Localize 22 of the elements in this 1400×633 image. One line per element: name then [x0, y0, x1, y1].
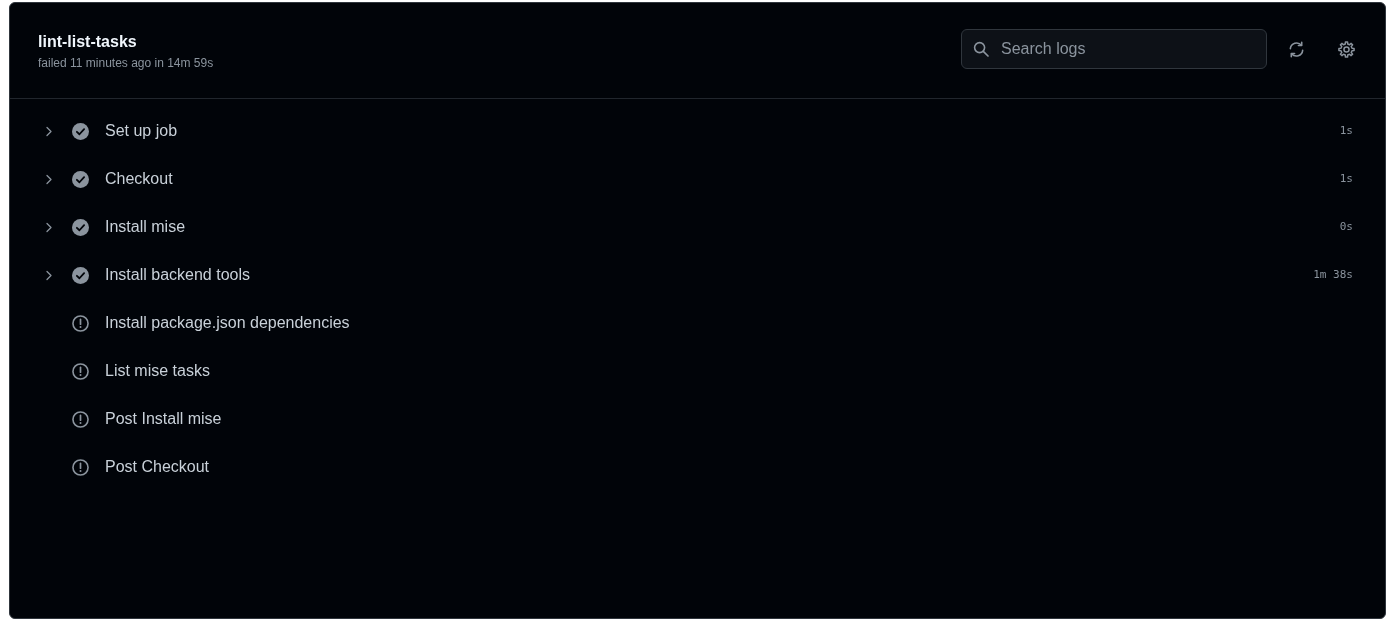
settings-icon [1337, 40, 1355, 58]
chevron-right-icon [45, 173, 53, 185]
search-icon [973, 41, 989, 57]
chevron-right-icon [45, 221, 53, 233]
step-name[interactable]: Post Checkout [105, 456, 210, 478]
step-name[interactable]: Checkout [105, 168, 173, 190]
step-duration: 0s [1339, 219, 1353, 235]
job-title: lint-list-tasks [38, 32, 138, 52]
step-duration: 1m 38s [1313, 267, 1353, 283]
step-name[interactable]: Post Install mise [105, 408, 222, 430]
refresh-icon [1287, 40, 1305, 58]
step-duration: 1s [1339, 123, 1353, 139]
step-name[interactable]: Set up job [105, 120, 178, 142]
chevron-right-icon [45, 125, 53, 137]
step-name[interactable]: Install package.json dependencies [105, 312, 350, 334]
step-name[interactable]: Install backend tools [105, 264, 250, 286]
step-duration: 1s [1339, 171, 1353, 187]
step-name[interactable]: Install mise [105, 216, 186, 238]
search-field[interactable]: Search logs [961, 29, 1267, 69]
step-name[interactable]: List mise tasks [105, 360, 210, 382]
chevron-right-icon [45, 269, 53, 281]
job-status-text: failed 11 minutes ago in 14m 59s [38, 55, 214, 72]
